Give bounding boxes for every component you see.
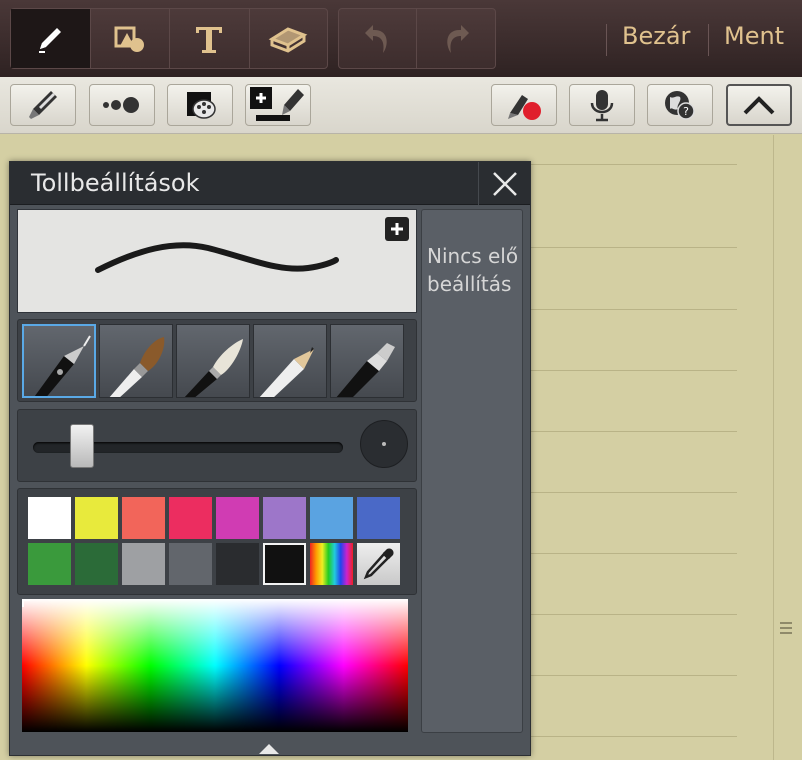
- marker-icon: [336, 343, 395, 397]
- paper-line: [531, 431, 737, 432]
- pen-size-control: [17, 409, 417, 482]
- stroke-preview: [17, 209, 417, 313]
- panel-resize-handle[interactable]: [258, 740, 280, 759]
- pen-option-brush[interactable]: [99, 324, 173, 398]
- panel-close-button[interactable]: [478, 162, 530, 205]
- fountain-pen-icon: [34, 335, 91, 396]
- paper-margin: [773, 135, 774, 760]
- paper-line: [531, 247, 737, 248]
- size-slider-thumb[interactable]: [70, 424, 95, 468]
- top-toolbar: Bezár Ment: [0, 0, 802, 77]
- eraser-icon: [268, 26, 308, 53]
- web-search-icon: ?: [665, 91, 695, 120]
- color-swatch[interactable]: [310, 497, 353, 539]
- triangle-up-icon: [259, 744, 279, 754]
- text-mode-button[interactable]: [170, 9, 250, 68]
- paper-line: [531, 309, 737, 310]
- history-group: [338, 8, 496, 69]
- add-preset-button[interactable]: [245, 84, 311, 126]
- separator: [708, 24, 709, 56]
- scroll-handle[interactable]: [780, 622, 792, 636]
- color-swatch[interactable]: [169, 543, 212, 585]
- chevron-up-icon: [743, 96, 775, 115]
- color-palette: [17, 488, 417, 595]
- stroke-sample: [95, 242, 339, 273]
- pen-option-fountain-pen[interactable]: [22, 324, 96, 398]
- pen-option-calligraphy-brush[interactable]: [176, 324, 250, 398]
- color-swatch[interactable]: [122, 543, 165, 585]
- shape-mode-button[interactable]: [91, 9, 170, 68]
- plus-icon: [391, 223, 403, 235]
- color-swatch[interactable]: [122, 497, 165, 539]
- save-button[interactable]: Ment: [724, 22, 784, 50]
- panel-header: Tollbeállítások: [10, 162, 530, 205]
- pen-size-button[interactable]: [89, 84, 155, 126]
- calligraphy-brush-icon: [184, 339, 243, 397]
- paper-line: [531, 675, 737, 676]
- pen-type-button[interactable]: [10, 84, 76, 126]
- separator: [606, 24, 607, 56]
- color-swatch[interactable]: [28, 543, 71, 585]
- pen-toolbar: ?: [0, 77, 802, 134]
- brush-icon: [109, 337, 165, 397]
- color-swatch[interactable]: [263, 543, 306, 585]
- paper-line: [531, 553, 737, 554]
- paper-line: [531, 736, 737, 737]
- presets-empty-text: Nincs előbeállítás: [427, 244, 519, 296]
- color-swatch-rainbow[interactable]: [310, 543, 353, 585]
- color-swatch[interactable]: [216, 497, 259, 539]
- pen-option-marker[interactable]: [330, 324, 404, 398]
- color-swatch[interactable]: [216, 543, 259, 585]
- close-icon: [492, 171, 517, 196]
- record-icon: [508, 95, 541, 120]
- shape-icon: [114, 26, 144, 52]
- eyedropper-button[interactable]: [357, 543, 400, 585]
- mode-group: [10, 8, 328, 69]
- web-search-button[interactable]: ?: [647, 84, 713, 126]
- eyedropper-icon: [363, 548, 394, 580]
- record-button[interactable]: [491, 84, 557, 126]
- spectrum-cursor: [22, 599, 30, 607]
- color-swatch[interactable]: [28, 497, 71, 539]
- pen-type-icon: [29, 91, 57, 119]
- presets-list: Nincs előbeállítás: [421, 209, 523, 733]
- close-button[interactable]: Bezár: [622, 22, 690, 50]
- color-swatch[interactable]: [169, 497, 212, 539]
- paper-line: [531, 164, 737, 165]
- paper-line: [531, 370, 737, 371]
- pencil-icon: [259, 347, 314, 397]
- voice-memo-button[interactable]: [569, 84, 635, 126]
- redo-icon: [447, 24, 469, 53]
- pen-settings-panel: Tollbeállítások Nincs előbeállítás: [9, 161, 531, 756]
- pen-option-pencil[interactable]: [253, 324, 327, 398]
- size-preview-dot: [360, 420, 408, 468]
- pen-icon: [39, 27, 62, 53]
- add-preset-icon: [250, 87, 304, 121]
- svg-text:?: ?: [683, 105, 689, 118]
- pen-color-button[interactable]: [167, 84, 233, 126]
- microphone-icon: [590, 90, 614, 122]
- pen-size-icon: [103, 97, 139, 113]
- redo-button[interactable]: [417, 9, 495, 68]
- color-swatch[interactable]: [263, 497, 306, 539]
- add-preset-button[interactable]: [385, 217, 409, 241]
- paper-line: [531, 614, 737, 615]
- color-swatch[interactable]: [75, 497, 118, 539]
- color-swatch[interactable]: [75, 543, 118, 585]
- text-icon: [196, 26, 223, 53]
- pen-color-icon: [187, 92, 216, 119]
- collapse-toolbar-button[interactable]: [726, 84, 792, 126]
- eraser-mode-button[interactable]: [250, 9, 328, 68]
- color-swatch[interactable]: [357, 497, 400, 539]
- pen-mode-button[interactable]: [11, 9, 91, 68]
- undo-button[interactable]: [339, 9, 417, 68]
- panel-title: Tollbeállítások: [31, 169, 200, 197]
- pen-type-selector: [17, 319, 417, 402]
- paper-line: [531, 492, 737, 493]
- color-spectrum-picker[interactable]: [22, 599, 408, 732]
- undo-icon: [364, 24, 387, 53]
